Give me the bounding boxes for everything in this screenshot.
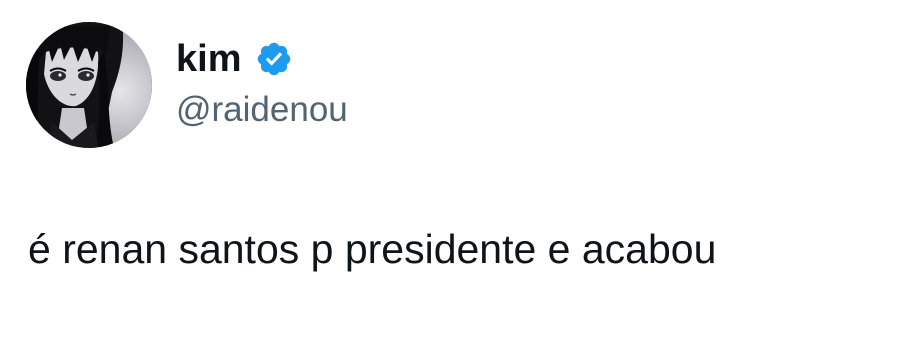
anime-avatar-icon [26, 22, 152, 148]
tweet-text: é renan santos p presidente e acabou [28, 226, 717, 272]
author-name-row: kim [176, 36, 293, 82]
tweet-card: kim @raidenou é renan santos p president… [0, 0, 900, 338]
display-name[interactable]: kim [176, 36, 241, 82]
author-handle[interactable]: @raidenou [176, 88, 348, 132]
avatar[interactable] [26, 22, 152, 148]
verified-badge-icon [255, 40, 293, 78]
